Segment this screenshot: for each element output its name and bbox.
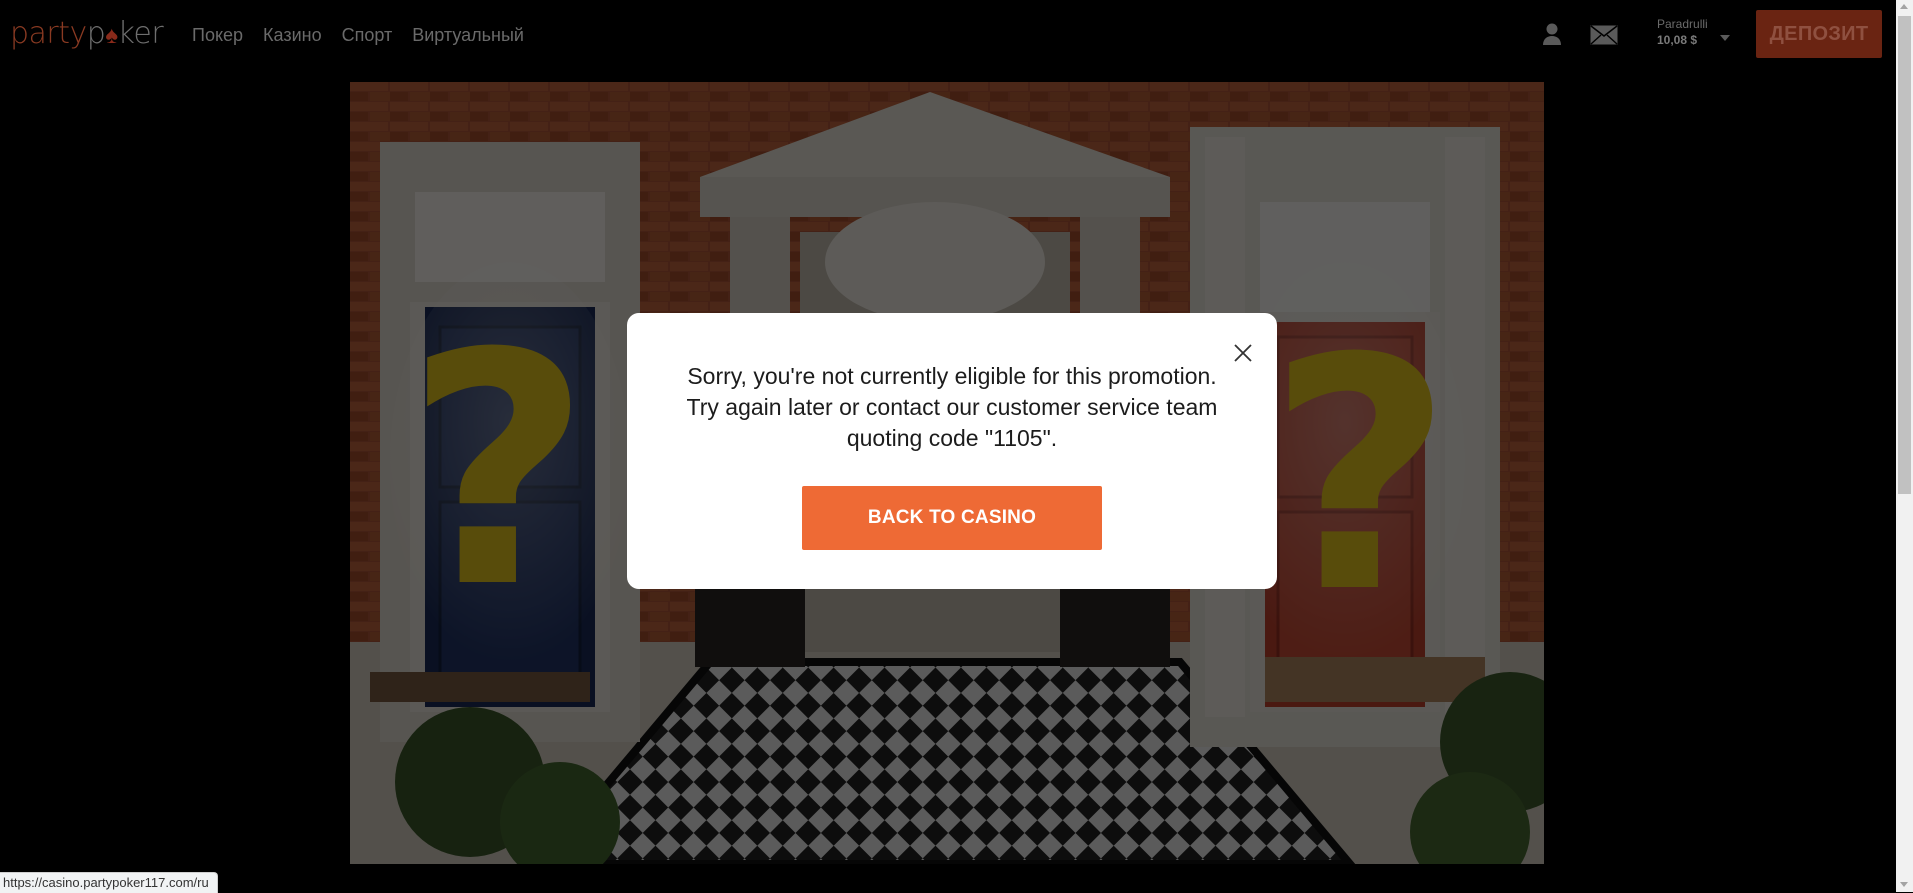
- partypoker-logo[interactable]: partyp♠ker: [10, 14, 164, 55]
- link-status-url: https://casino.partypoker117.com/ru: [0, 872, 218, 893]
- nav-item-virtual[interactable]: Виртуальный: [412, 25, 524, 46]
- back-to-casino-button[interactable]: BACK TO CASINO: [802, 486, 1102, 550]
- promotion-ineligible-dialog: Sorry, you're not currently eligible for…: [627, 313, 1277, 589]
- nav-item-poker[interactable]: Покер: [192, 25, 243, 46]
- user-icon[interactable]: [1542, 22, 1562, 51]
- main-nav: Покер Казино Спорт Виртуальный: [192, 0, 524, 70]
- top-header: partyp♠ker Покер Казино Спорт Виртуальны…: [0, 0, 1896, 70]
- nav-item-casino[interactable]: Казино: [263, 25, 322, 46]
- account-menu[interactable]: Paradrulli 10,08 $: [1657, 16, 1737, 54]
- nav-item-sport[interactable]: Спорт: [342, 25, 393, 46]
- scroll-down-arrow-icon[interactable]: [1900, 882, 1908, 887]
- chevron-down-icon: [1720, 28, 1730, 46]
- vertical-scrollbar[interactable]: [1896, 0, 1913, 892]
- scrollbar-thumb[interactable]: [1898, 16, 1911, 494]
- envelope-icon[interactable]: [1590, 25, 1618, 50]
- dialog-message: Sorry, you're not currently eligible for…: [686, 363, 1218, 451]
- scroll-up-arrow-icon[interactable]: [1900, 4, 1908, 9]
- deposit-button[interactable]: ДЕПОЗИТ: [1756, 10, 1882, 58]
